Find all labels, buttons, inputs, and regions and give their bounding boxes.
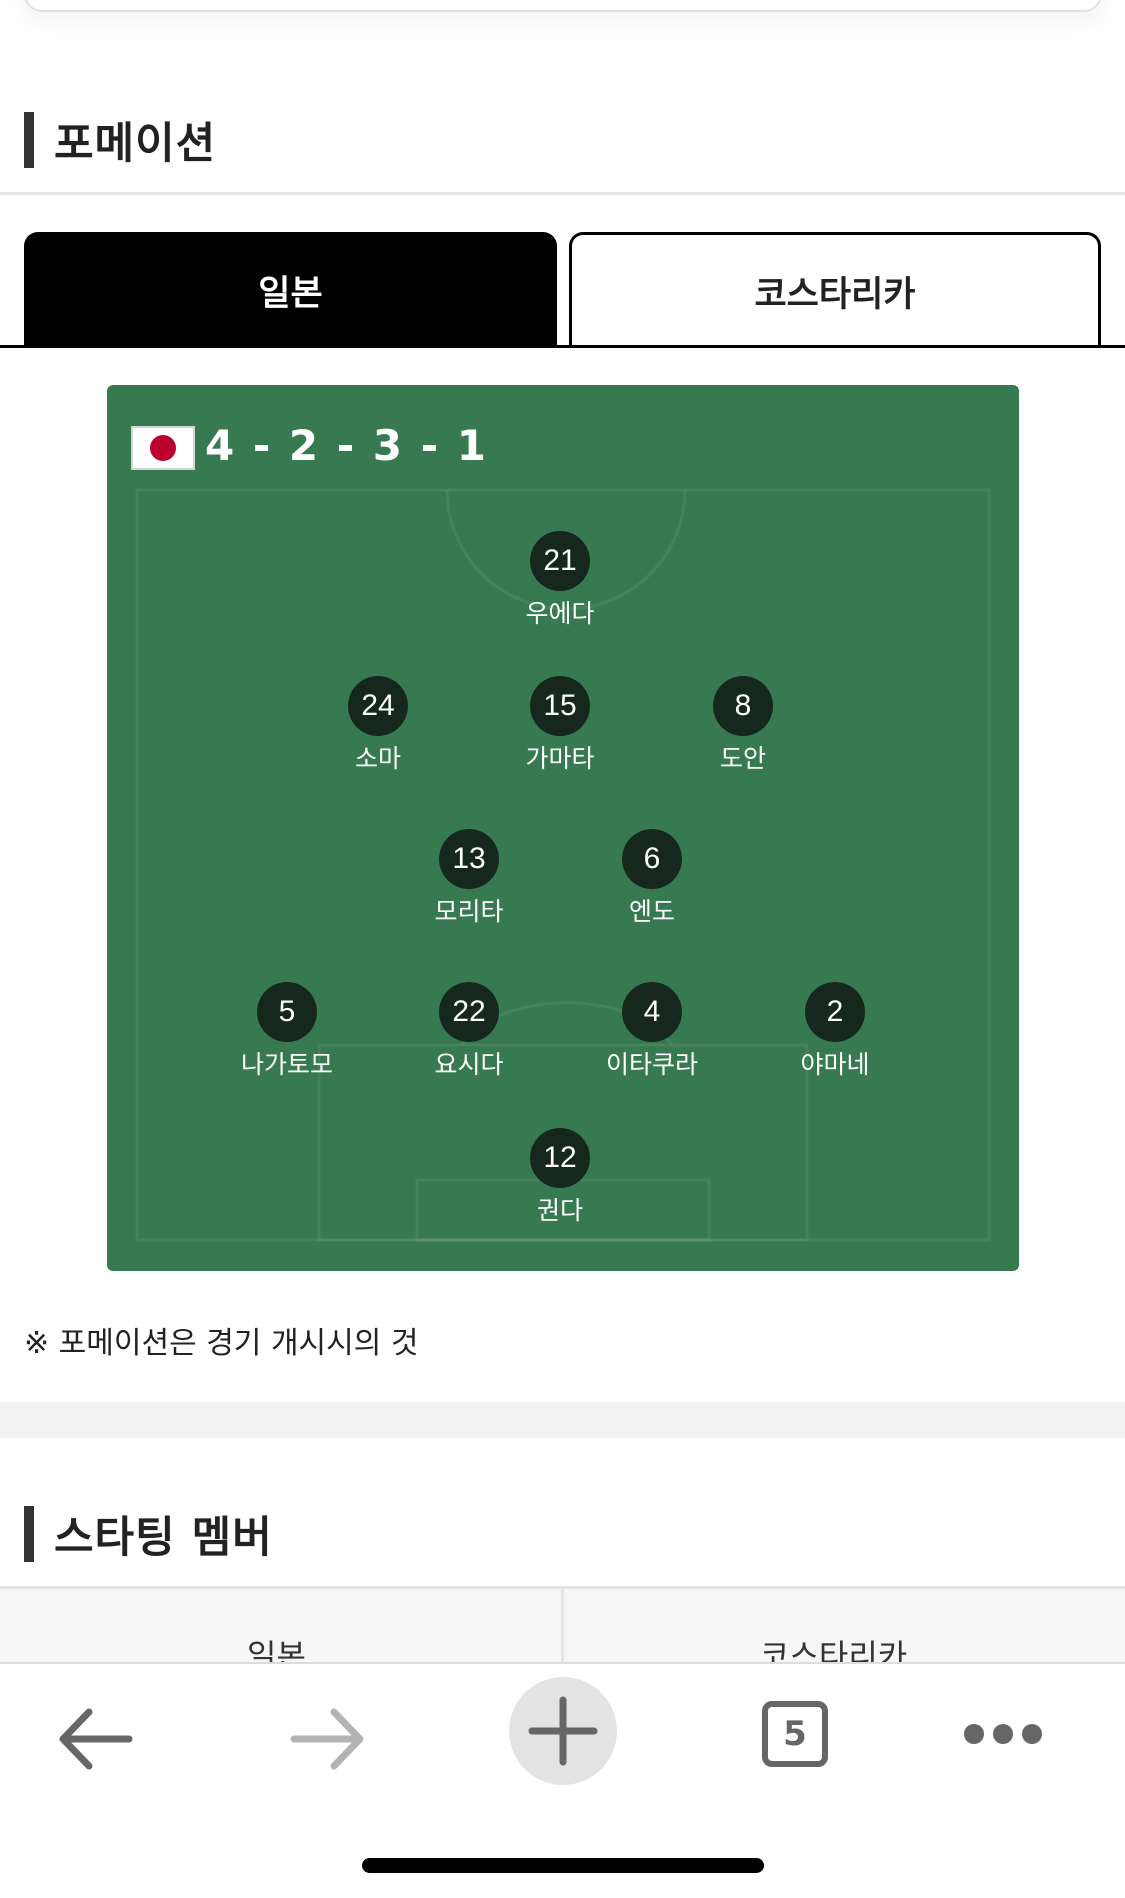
player-number: 6 [622, 829, 682, 889]
player-name: 엔도 [628, 897, 675, 926]
player-name: 소마 [354, 744, 401, 773]
player-marker[interactable]: 8 도안 [668, 676, 818, 775]
back-button[interactable] [50, 1694, 140, 1784]
player-marker[interactable]: 12 권다 [485, 1128, 635, 1227]
player-number: 21 [530, 531, 590, 591]
formation-note: ※ 포메이션은 경기 개시시의 것 [24, 1326, 419, 1361]
column-header-costa-rica: 코스타리카 [760, 1637, 908, 1664]
player-marker[interactable]: 4 이타쿠라 [577, 982, 727, 1081]
player-marker[interactable]: 24 소마 [303, 676, 453, 775]
player-marker[interactable]: 21 우에다 [485, 531, 635, 630]
more-dots-icon [964, 1724, 1042, 1744]
player-name: 야마네 [800, 1050, 870, 1079]
player-name: 도안 [719, 744, 766, 773]
back-arrow-icon [59, 1708, 133, 1770]
forward-arrow-icon [290, 1708, 364, 1770]
more-button[interactable] [958, 1704, 1048, 1764]
column-header-japan: 일본 [247, 1637, 306, 1664]
divider [0, 192, 1125, 195]
player-marker[interactable]: 5 나가토모 [212, 982, 362, 1081]
column-divider [561, 1589, 564, 1664]
tab-costa-rica[interactable]: 코스타리카 [569, 232, 1101, 348]
player-number: 2 [805, 982, 865, 1042]
formation-pitch: 4 - 2 - 3 - 1 21 우에다 24 소마 15 가마타 8 도안 1… [107, 385, 1019, 1271]
tabs-button[interactable]: 5 [754, 1693, 836, 1775]
player-number: 4 [622, 982, 682, 1042]
section-marker [24, 112, 34, 168]
player-name: 요시다 [434, 1050, 504, 1079]
player-number: 15 [530, 676, 590, 736]
player-number: 8 [713, 676, 773, 736]
flag-sun [150, 435, 176, 461]
player-number: 24 [348, 676, 408, 736]
starting-members-table-header: 일본 코스타리카 [0, 1589, 1125, 1664]
section-separator [0, 1402, 1125, 1438]
player-number: 13 [439, 829, 499, 889]
forward-button[interactable] [283, 1694, 373, 1784]
home-indicator [362, 1858, 764, 1873]
plus-icon [528, 1696, 598, 1766]
new-tab-button[interactable] [509, 1677, 617, 1785]
player-marker[interactable]: 6 엔도 [577, 829, 727, 928]
formation-title: 포메이션 [54, 119, 217, 169]
player-marker[interactable]: 2 야마네 [760, 982, 910, 1081]
player-name: 이타쿠라 [605, 1050, 698, 1079]
player-marker[interactable]: 15 가마타 [485, 676, 635, 775]
player-name: 나가토모 [240, 1050, 333, 1079]
tab-count-badge: 5 [762, 1701, 828, 1767]
player-name: 가마타 [525, 744, 595, 773]
player-number: 5 [257, 982, 317, 1042]
player-number: 12 [530, 1128, 590, 1188]
formation-label: 4 - 2 - 3 - 1 [205, 421, 488, 470]
player-name: 권다 [536, 1196, 583, 1225]
player-marker[interactable]: 22 요시다 [394, 982, 544, 1081]
player-marker[interactable]: 13 모리타 [394, 829, 544, 928]
player-number: 22 [439, 982, 499, 1042]
starting-section-header: 스타팅 멤버 [24, 1504, 273, 1564]
player-name: 모리타 [434, 897, 504, 926]
player-name: 우에다 [525, 599, 595, 628]
section-marker [24, 1506, 34, 1562]
japan-flag-icon [131, 426, 195, 470]
previous-card-edge [24, 0, 1102, 12]
starting-members-title: 스타팅 멤버 [54, 1513, 273, 1563]
formation-section-header: 포메이션 [24, 110, 216, 170]
tab-underline [0, 345, 1125, 348]
tab-japan[interactable]: 일본 [24, 232, 557, 348]
